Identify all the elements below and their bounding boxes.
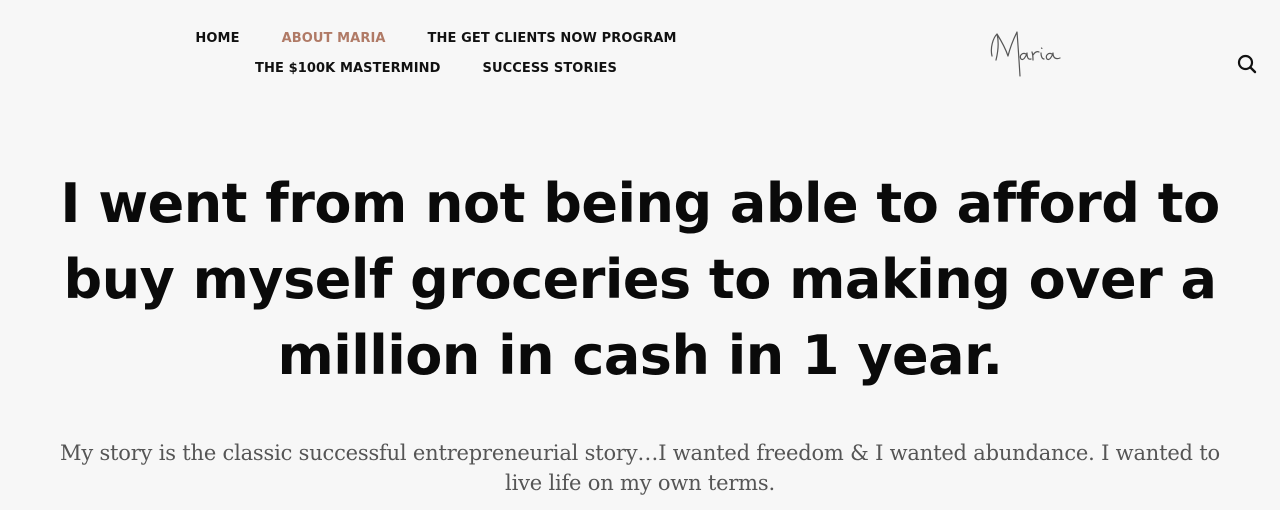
nav-item-success-stories[interactable]: SUCCESS STORIES bbox=[462, 60, 638, 78]
site-header: HOME ABOUT MARIA THE GET CLIENTS NOW PRO… bbox=[0, 0, 1280, 110]
nav-item-get-clients-now-program[interactable]: THE GET CLIENTS NOW PROGRAM bbox=[407, 30, 698, 48]
hero-intro-text: My story is the classic successful entre… bbox=[60, 441, 1220, 495]
nav-item-100k-mastermind[interactable]: THE $100K MASTERMIND bbox=[234, 60, 462, 78]
search-icon bbox=[1237, 54, 1257, 74]
nav-item-about-maria[interactable]: ABOUT MARIA bbox=[261, 30, 407, 48]
search-button[interactable] bbox=[1236, 53, 1258, 75]
nav-item-home[interactable]: HOME bbox=[174, 30, 260, 48]
maria-signature-logo bbox=[990, 31, 1061, 77]
main-nav: HOME ABOUT MARIA THE GET CLIENTS NOW PRO… bbox=[96, 30, 776, 78]
site-logo[interactable] bbox=[984, 26, 1074, 86]
hero-headline: I went from not being able to afford to … bbox=[60, 172, 1220, 387]
